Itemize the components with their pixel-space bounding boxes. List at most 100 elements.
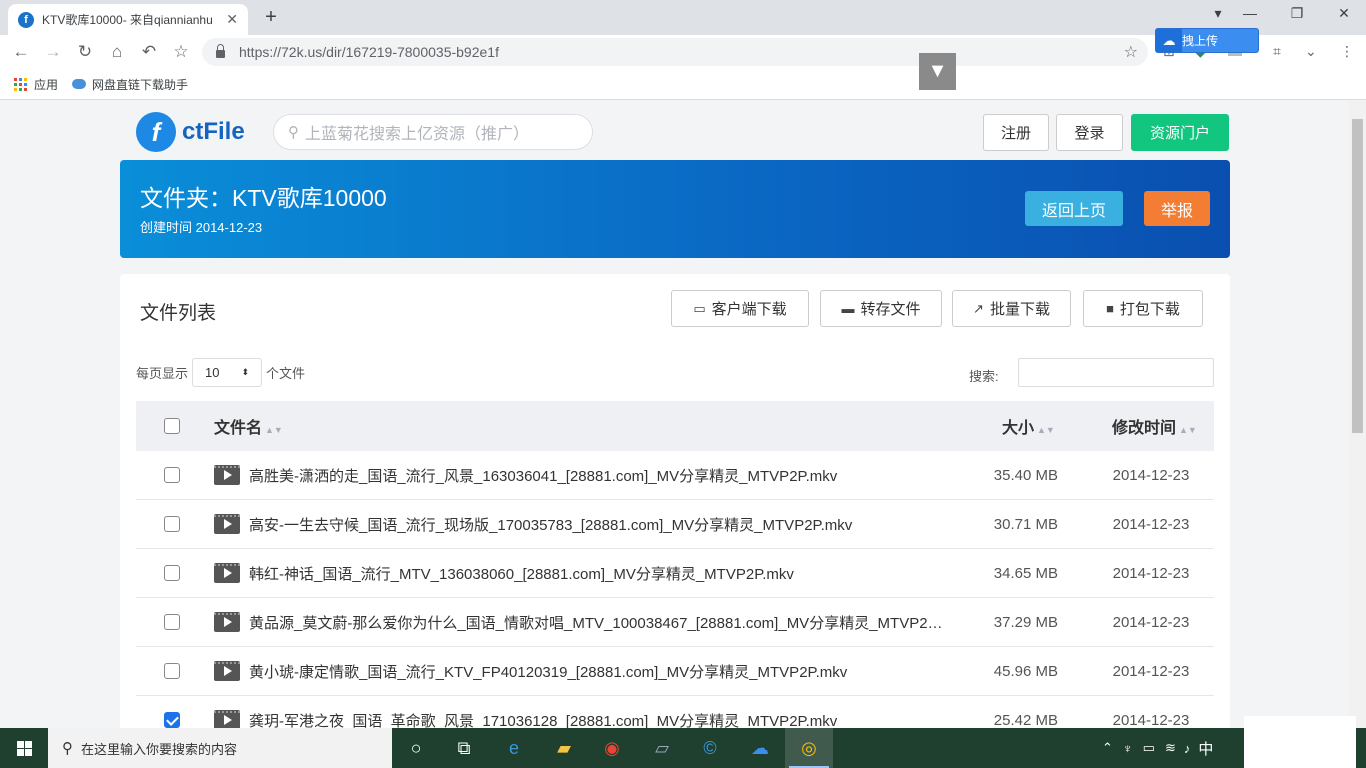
chrome-icon[interactable]: ◎ (785, 728, 833, 768)
video-file-icon (214, 563, 240, 583)
color-app-icon[interactable]: ◉ (588, 728, 636, 768)
row-checkbox[interactable] (164, 565, 180, 581)
site-search-input[interactable]: ⚲ 上蓝菊花搜索上亿资源（推广） (273, 114, 593, 150)
back-arrow-icon[interactable]: ← (9, 40, 33, 64)
column-name-header[interactable]: 文件名 ▲▼ (214, 414, 283, 438)
task-view-icon[interactable]: ⧉ (440, 728, 488, 768)
sort-icon: ▲▼ (1179, 425, 1197, 435)
page-scrollbar[interactable] (1349, 101, 1366, 728)
ime-indicator[interactable]: 中 (1198, 738, 1213, 759)
notepad-icon[interactable]: ▱ (638, 728, 686, 768)
file-size: 34.65 MB (993, 564, 1058, 582)
row-checkbox[interactable] (164, 614, 180, 630)
bookmark-direct-link-helper[interactable]: 网盘直链下载助手 (72, 76, 188, 93)
scrollbar-thumb[interactable] (1352, 119, 1363, 433)
fox-extension-icon[interactable]: ▼ (919, 53, 956, 90)
register-button[interactable]: 注册 (983, 114, 1049, 151)
file-name-link[interactable]: 黄小琥-康定情歌_国语_流行_KTV_FP40120319_[28881.com… (249, 661, 949, 682)
table-row[interactable]: 黄小琥-康定情歌_国语_流行_KTV_FP40120319_[28881.com… (136, 647, 1214, 696)
file-size: 30.71 MB (993, 515, 1058, 533)
bookmark-apps[interactable]: 应用 (14, 76, 58, 93)
file-name-link[interactable]: 韩红-神话_国语_流行_MTV_136038060_[28881.com]_MV… (249, 563, 949, 584)
row-checkbox[interactable] (164, 516, 180, 532)
forward-arrow-icon[interactable]: → (41, 40, 65, 64)
ccleaner-icon[interactable]: © (686, 728, 734, 768)
table-row[interactable]: 黄品源_莫文蔚-那么爱你为什么_国语_情歌对唱_MTV_100038467_[2… (136, 598, 1214, 647)
table-search-input[interactable] (1018, 358, 1214, 387)
drive-icon: ▬ (841, 301, 855, 316)
crop-icon[interactable]: ⌗ (1273, 43, 1281, 60)
resource-portal-button[interactable]: 资源门户 (1131, 114, 1229, 151)
undo-icon[interactable]: ↶ (137, 40, 161, 64)
file-name-link[interactable]: 龚玥-军港之夜_国语_革命歌_风景_171036128_[28881.com]_… (249, 710, 949, 729)
bookmark-page-icon[interactable]: ☆ (1124, 42, 1138, 62)
bookmark-star-icon[interactable]: ☆ (169, 40, 193, 64)
client-download-button[interactable]: ▭ 客户端下载 (671, 290, 809, 327)
close-window-button[interactable]: ✕ (1334, 5, 1354, 22)
sort-icon: ▲▼ (1037, 425, 1055, 435)
per-page-suffix: 个文件 (266, 366, 306, 381)
home-icon[interactable]: ⌂ (105, 40, 129, 64)
back-button[interactable]: 返回上页 (1025, 191, 1123, 226)
reload-icon[interactable]: ↻ (73, 40, 97, 64)
per-page-select[interactable]: 10 ⬍ (192, 358, 263, 387)
wifi-icon[interactable]: ≋ (1165, 740, 1176, 756)
tab-search-icon[interactable]: ▾ (1208, 5, 1228, 22)
video-file-icon (214, 661, 240, 681)
file-explorer-icon[interactable]: ▰ (540, 728, 588, 768)
volume-icon[interactable]: ♪ (1184, 741, 1191, 756)
row-checkbox[interactable] (164, 467, 180, 483)
save-to-drive-button[interactable]: ▬ 转存文件 (820, 290, 942, 327)
table-row[interactable]: 龚玥-军港之夜_国语_革命歌_风景_171036128_[28881.com]_… (136, 696, 1214, 728)
external-link-icon: ↗ (973, 300, 984, 316)
file-name-link[interactable]: 高安-一生去守候_国语_流行_现场版_170035783_[28881.com]… (249, 514, 949, 535)
file-size: 35.40 MB (993, 466, 1058, 484)
cortana-circle-icon[interactable]: ○ (392, 728, 440, 768)
folder-created-time: 创建时间 2014-12-23 (140, 220, 263, 235)
column-time-header[interactable]: 修改时间 ▲▼ (1112, 414, 1197, 438)
row-checkbox[interactable] (164, 663, 180, 679)
table-row[interactable]: 高胜美-潇洒的走_国语_流行_风景_163036041_[28881.com]_… (136, 451, 1214, 500)
package-download-button[interactable]: ■ 打包下载 (1083, 290, 1203, 327)
monitor-icon: ▭ (693, 300, 706, 316)
tray-overlay-panel (1244, 716, 1356, 768)
table-row[interactable]: 高安-一生去守候_国语_流行_现场版_170035783_[28881.com]… (136, 500, 1214, 549)
ctfile-logo[interactable]: f ctFile (136, 111, 245, 153)
file-table: 文件名 ▲▼ 大小 ▲▼ 修改时间 ▲▼ 高胜美-潇洒的走_国语_流行_风景_1630… (136, 401, 1214, 728)
bookmark-helper-label: 网盘直链下载助手 (92, 77, 189, 92)
file-name-link[interactable]: 高胜美-潇洒的走_国语_流行_风景_163036041_[28881.com]_… (249, 465, 949, 486)
taskbar-search-box[interactable]: ⚲ 在这里输入你要搜索的内容 (48, 728, 392, 768)
baidu-netdisk-icon[interactable]: ☁ (736, 728, 784, 768)
battery-icon[interactable]: ▭ (1143, 740, 1155, 756)
restore-button[interactable]: ❐ (1287, 5, 1307, 22)
file-name-link[interactable]: 黄品源_莫文蔚-那么爱你为什么_国语_情歌对唱_MTV_100038467_[2… (249, 612, 949, 633)
edge-browser-icon[interactable]: e (490, 728, 538, 768)
baidu-cloud-icon: ☁ (1156, 29, 1182, 52)
browser-tab[interactable]: f KTV歌库10000- 来自qiannianhu ✕ (8, 4, 248, 35)
start-button[interactable] (0, 728, 48, 768)
video-file-icon (214, 612, 240, 632)
bookmarks-bar: 应用 网盘直链下载助手 (0, 69, 1366, 100)
menu-kebab-icon[interactable]: ⋮ (1340, 43, 1354, 60)
row-checkbox-checked[interactable] (164, 712, 180, 728)
file-size: 45.96 MB (993, 662, 1058, 680)
extensions-chevron-icon[interactable]: ⌄ (1305, 43, 1317, 60)
package-download-label: 打包下载 (1119, 301, 1180, 318)
table-row[interactable]: 韩红-神话_国语_流行_MTV_136038060_[28881.com]_MV… (136, 549, 1214, 598)
minimize-button[interactable]: — (1240, 5, 1260, 21)
select-all-checkbox[interactable] (164, 418, 180, 434)
file-size: 37.29 MB (993, 613, 1058, 631)
batch-download-button[interactable]: ↗ 批量下载 (952, 290, 1071, 327)
tray-expand-icon[interactable]: ⌃ (1102, 740, 1113, 756)
cloud-icon (72, 79, 87, 89)
close-tab-icon[interactable]: ✕ (226, 11, 238, 28)
report-button[interactable]: 举报 (1144, 191, 1210, 226)
column-size-header[interactable]: 大小 ▲▼ (1002, 414, 1055, 438)
login-button[interactable]: 登录 (1056, 114, 1123, 151)
folder-title: 文件夹：KTV歌库10000 (140, 185, 387, 211)
address-bar[interactable]: https://72k.us/dir/167219-7800035-b92e1f… (202, 38, 1148, 66)
tray-app-icon[interactable]: ♆ (1123, 741, 1133, 756)
tab-title: KTV歌库10000- 来自qiannianhu (42, 13, 213, 27)
baidu-drag-upload-widget[interactable]: ☁ 拖拽上传 (1155, 28, 1259, 53)
new-tab-button[interactable]: + (260, 6, 282, 28)
